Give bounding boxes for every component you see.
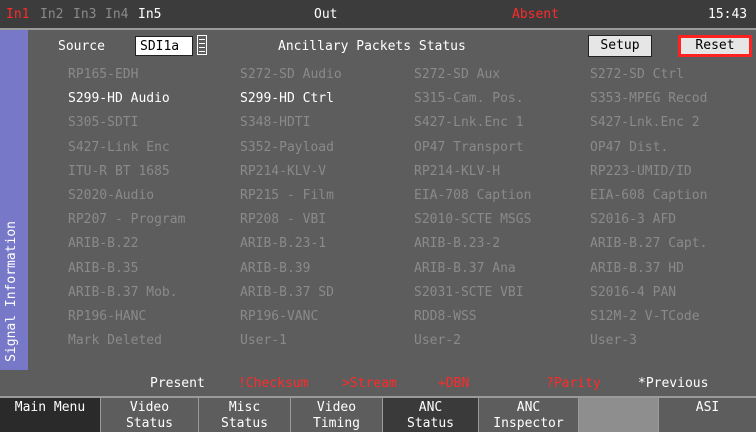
menu-anc-inspector[interactable]: ANC Inspector [478,398,578,432]
packet-status-item: User-1 [240,333,287,349]
clock: 15:43 [708,7,748,22]
setup-button[interactable]: Setup [588,35,652,57]
sidebar-signal-information[interactable]: Signal Information [0,30,28,370]
packet-status-item: RP196-VANC [240,309,319,324]
source-label: Source [58,39,105,54]
menu-anc-status[interactable]: ANC Status [382,398,478,432]
packet-status-item: S353-MPEG Recod [590,91,708,107]
packet-status-item: ARIB-B.39 [240,260,311,276]
menu-asi[interactable]: ASI [658,398,756,432]
packet-status-item: S12M-2 V-TCode [590,309,700,324]
page-title: Ancillary Packets Status [278,39,466,54]
packet-status-item: RDD8-WSS [414,309,477,324]
packet-status-item: RP214-KLV-V [240,163,327,179]
packet-status-item: RP208 - VBI [240,212,327,228]
packet-status-item: ITU-R BT 1685 [68,163,170,179]
legend-parity: ?Parity [546,376,601,391]
reset-button[interactable]: Reset [678,35,752,57]
packet-status-item: S352-Payload [240,139,334,155]
packet-status-item: S427-Lnk.Enc 2 [590,115,700,131]
packet-status-item: ARIB-B.23-1 [240,236,327,252]
packet-status-item: S2010-SCTE MSGS [414,212,532,228]
packet-status-item: RP196-HANC [68,309,147,324]
legend-present: Present [150,376,205,391]
packet-status-item: EIA-608 Caption [590,188,708,203]
packet-status-item: Mark Deleted [68,333,162,349]
packet-status-item: User-3 [590,333,637,349]
packet-status-item: S299-HD Ctrl [240,91,334,107]
menu-grip-icon[interactable] [197,35,207,55]
packet-status-item: OP47 Transport [414,139,524,155]
input-tab-in3[interactable]: In3 [73,7,96,22]
packet-status-item: ARIB-B.35 [68,260,139,276]
packet-status-item: ARIB-B.37 Ana [414,260,516,276]
packet-status-item: RP223-UMID/ID [590,163,692,179]
legend-dbn: +DBN [438,376,470,391]
input-tab-in2[interactable]: In2 [40,7,63,22]
output-label: Out [314,7,338,22]
legend-stream: >Stream [342,376,397,391]
packet-status-item: S272-SD Ctrl [590,67,684,82]
menu-blank[interactable] [578,398,658,432]
packet-status-item: ARIB-B.37 HD [590,260,684,276]
input-tab-in5[interactable]: In5 [138,7,161,22]
ancillary-packets-panel: Source SDI1a Ancillary Packets Status Se… [28,30,756,391]
input-tab-in4[interactable]: In4 [105,7,128,22]
packet-status-item: OP47 Dist. [590,139,669,155]
packet-status-item: S305-SDTI [68,115,139,131]
packet-status-item: S299-HD Audio [68,91,170,107]
packet-status-item: ARIB-B.27 Capt. [590,236,708,252]
packet-status-item: RP207 - Program [68,212,186,228]
legend-previous: *Previous [638,376,709,391]
menu-main-menu[interactable]: Main Menu [0,398,100,432]
packet-status-item: S272-SD Aux [414,67,501,82]
signal-status: Absent [512,7,559,22]
packet-status-item: S272-SD Audio [240,67,342,82]
input-tab-in1[interactable]: In1 [6,7,29,22]
source-select[interactable]: SDI1a [135,36,193,56]
packet-status-item: RP214-KLV-H [414,163,501,179]
packet-status-item: RP165-EDH [68,67,139,82]
packet-status-item: ARIB-B.37 Mob. [68,284,178,300]
menu-video-timing[interactable]: Video Timing [290,398,382,432]
packet-status-item: RP215 - Film [240,188,334,203]
packet-status-item: S427-Link Enc [68,139,170,155]
menu-misc-status[interactable]: Misc Status [198,398,290,432]
menu-video-status[interactable]: Video Status [100,398,198,432]
packet-status-item: S2016-3 AFD [590,212,677,228]
legend-checksum: !Checksum [238,376,309,391]
packet-status-item: S2016-4 PAN [590,284,677,300]
bottom-menu-bar: Main Menu Video Status Misc Status Video Ti… [0,396,756,432]
packet-status-item: S348-HDTI [240,115,311,131]
packet-status-item: S427-Lnk.Enc 1 [414,115,524,131]
packet-status-item: ARIB-B.37 SD [240,284,334,300]
top-status-bar: In1 In2 In3 In4 In5 Out Absent 15:43 [0,0,756,30]
packet-status-item: ARIB-B.23-2 [414,236,501,252]
packet-status-item: EIA-708 Caption [414,188,532,203]
packet-status-item: S315-Cam. Pos. [414,91,524,107]
sidebar-label: Signal Information [4,221,19,362]
packet-status-item: S2031-SCTE VBI [414,284,524,300]
packet-status-item: ARIB-B.22 [68,236,139,252]
packet-status-item: S2020-Audio [68,188,155,203]
packet-status-item: User-2 [414,333,461,349]
